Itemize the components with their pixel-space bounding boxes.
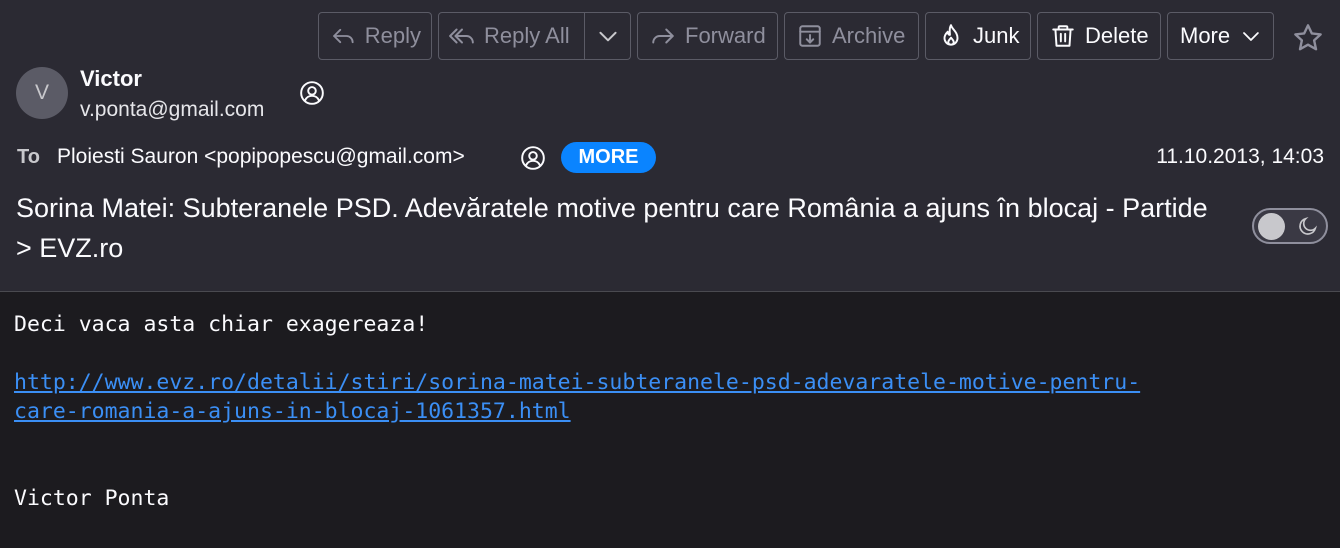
message-header: Reply Reply All Forward Archive Junk Del… <box>0 0 1340 292</box>
more-button[interactable]: More <box>1167 12 1274 60</box>
sender-name[interactable]: Victor <box>80 66 142 92</box>
junk-label: Junk <box>973 23 1020 48</box>
reply-all-button[interactable]: Reply All <box>439 13 584 59</box>
to-label: To <box>17 146 40 168</box>
reply-icon <box>333 28 354 44</box>
recipient-address[interactable]: Ploiesti Sauron <popipopescu@gmail.com> <box>57 145 465 169</box>
sender-email[interactable]: v.ponta@gmail.com <box>80 98 264 122</box>
delete-label: Delete <box>1085 23 1149 48</box>
message-toolbar: Reply Reply All Forward Archive Junk Del… <box>0 12 1340 60</box>
article-link-line-1[interactable]: http://www.evz.ro/detalii/stiri/sorina-m… <box>14 368 1324 397</box>
signature: Victor Ponta <box>14 486 170 511</box>
avatar: V <box>16 67 68 119</box>
chevron-down-icon <box>1243 32 1259 41</box>
chevron-down-icon <box>599 31 617 42</box>
archive-button[interactable]: Archive <box>784 12 919 60</box>
delete-button[interactable]: Delete <box>1037 12 1161 60</box>
reply-all-icon <box>449 28 474 44</box>
reply-button[interactable]: Reply <box>318 12 432 60</box>
junk-button[interactable]: Junk <box>925 12 1031 60</box>
reply-label: Reply <box>364 23 421 48</box>
reply-all-label: Reply All <box>484 23 570 48</box>
more-label: More <box>1180 23 1231 48</box>
star-icon[interactable] <box>1292 22 1324 54</box>
message-date: 11.10.2013, 14:03 <box>1156 145 1324 168</box>
message-body: Deci vaca asta chiar exagereaza! http://… <box>14 310 1324 513</box>
more-recipients-button[interactable]: MORE <box>561 142 656 173</box>
reply-all-split-button: Reply All <box>438 12 631 60</box>
trash-icon <box>1052 25 1074 47</box>
article-link[interactable]: http://www.evz.ro/detalii/stiri/sorina-m… <box>14 368 1324 426</box>
forward-label: Forward <box>685 23 766 48</box>
archive-icon <box>799 25 821 47</box>
forward-button[interactable]: Forward <box>637 12 778 60</box>
contact-icon[interactable] <box>520 145 546 171</box>
reply-all-dropdown[interactable] <box>584 13 630 59</box>
forward-icon <box>652 28 674 44</box>
message-text: Deci vaca asta chiar exagereaza! <box>14 312 429 337</box>
message-subject: Sorina Matei: Subteranele PSD. Adevărate… <box>16 193 1208 263</box>
fire-icon <box>943 24 959 46</box>
article-link-line-2[interactable]: care-romania-a-ajuns-in-blocaj-1061357.h… <box>14 397 1324 426</box>
contact-icon[interactable] <box>299 80 325 106</box>
dark-mode-toggle[interactable] <box>1252 208 1328 244</box>
toggle-knob <box>1258 213 1285 240</box>
moon-icon <box>1299 216 1318 235</box>
archive-label: Archive <box>832 23 906 48</box>
